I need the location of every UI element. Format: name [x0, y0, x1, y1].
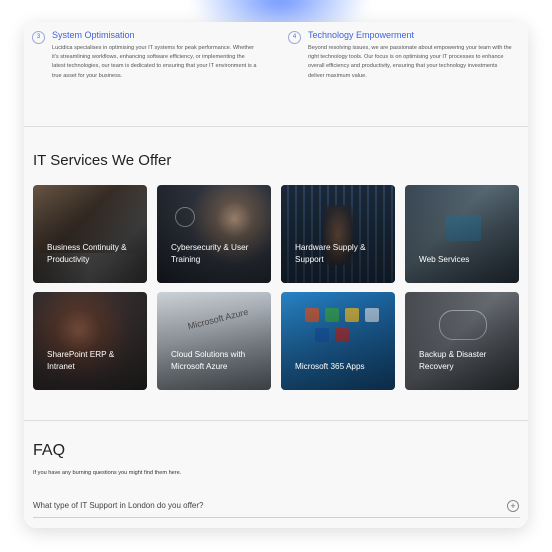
service-tile-business-continuity[interactable]: Business Continuity & Productivity: [33, 185, 147, 283]
service-tile-m365[interactable]: Microsoft 365 Apps: [281, 292, 395, 390]
plus-icon[interactable]: +: [507, 500, 519, 512]
service-label: Web Services: [419, 255, 470, 265]
service-label: SharePoint ERP & Intranet: [47, 349, 115, 372]
service-label: Business Continuity & Productivity: [47, 242, 127, 265]
feature-title[interactable]: Technology Empowerment: [308, 30, 414, 40]
content-card: 3 System Optimisation Lucidica specialis…: [24, 22, 528, 528]
faq-heading: FAQ: [33, 442, 66, 459]
faq-question[interactable]: What type of IT Support in London do you…: [33, 501, 203, 510]
faq-subtitle: If you have any burning questions you mi…: [33, 470, 182, 476]
service-tile-cybersecurity[interactable]: Cybersecurity & User Training: [157, 185, 271, 283]
feature-title[interactable]: System Optimisation: [52, 30, 135, 40]
service-tile-hardware[interactable]: Hardware Supply & Support: [281, 185, 395, 283]
service-label: Cloud Solutions with Microsoft Azure: [171, 349, 246, 372]
services-heading: IT Services We Offer: [33, 152, 172, 169]
faq-divider: [33, 517, 520, 518]
feature-number-badge: 4: [288, 31, 301, 44]
feature-number-badge: 3: [32, 31, 45, 44]
service-tile-azure[interactable]: Microsoft Azure Cloud Solutions with Mic…: [157, 292, 271, 390]
service-tile-web-services[interactable]: Web Services: [405, 185, 519, 283]
service-label: Microsoft 365 Apps: [295, 362, 365, 372]
section-divider: [24, 126, 528, 127]
service-tile-sharepoint[interactable]: SharePoint ERP & Intranet: [33, 292, 147, 390]
feature-description: Lucidica specialises in optimising your …: [52, 45, 257, 79]
service-label: Backup & Disaster Recovery: [419, 349, 487, 372]
service-tile-backup[interactable]: Backup & Disaster Recovery: [405, 292, 519, 390]
section-divider: [24, 420, 528, 421]
service-label: Cybersecurity & User Training: [171, 242, 249, 265]
service-label: Hardware Supply & Support: [295, 242, 366, 265]
feature-description: Beyond resolving issues, we are passiona…: [308, 45, 512, 79]
